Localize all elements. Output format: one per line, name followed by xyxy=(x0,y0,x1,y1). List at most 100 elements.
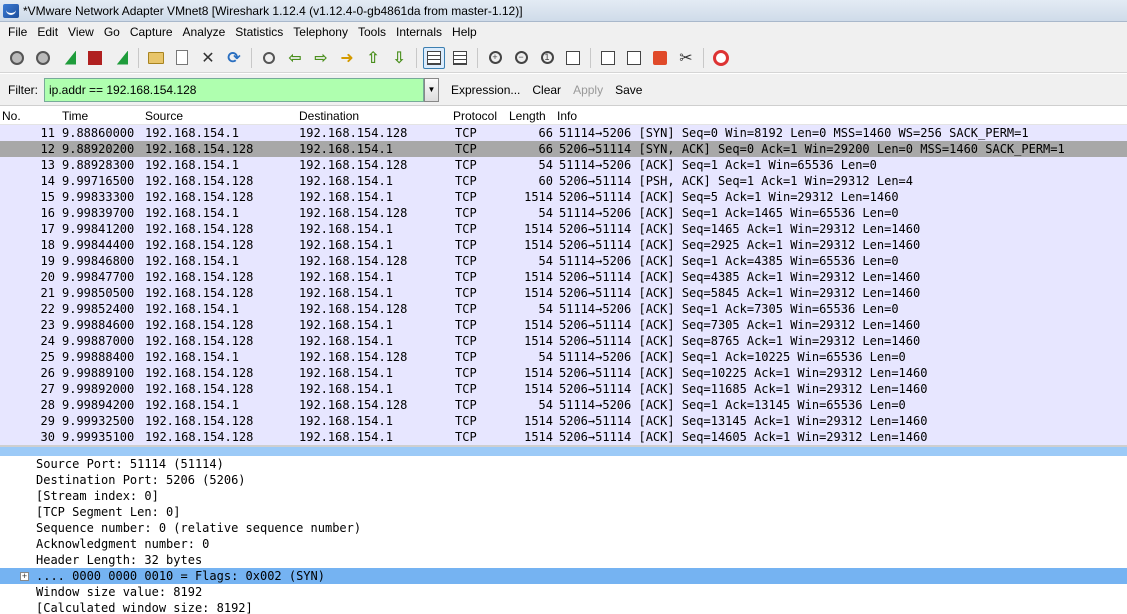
colorize-button[interactable] xyxy=(423,46,445,69)
expand-icon[interactable]: + xyxy=(20,572,29,581)
column-header-source[interactable]: Source xyxy=(145,109,183,123)
go-last-button[interactable]: ⇩ xyxy=(388,47,410,69)
packet-row[interactable]: 16 9.99839700 192.168.154.1 192.168.154.128… xyxy=(0,205,1127,221)
packet-row[interactable]: 15 9.99833300 192.168.154.128 192.168.154.1… xyxy=(0,189,1127,205)
cell-time: 9.99833300 xyxy=(62,190,135,204)
cell-time: 9.99716500 xyxy=(62,174,135,188)
zoom-out-button[interactable]: − xyxy=(510,47,532,69)
magnifier-icon xyxy=(263,51,275,64)
packet-row[interactable]: 23 9.99884600 192.168.154.128 192.168.154.1… xyxy=(0,317,1127,333)
resize-columns-icon xyxy=(566,50,580,65)
interfaces-button[interactable] xyxy=(6,47,28,69)
menu-analyze[interactable]: Analyze xyxy=(179,22,232,43)
go-forward-button[interactable]: ⇨ xyxy=(310,47,332,69)
packet-row[interactable]: 21 9.99850500 192.168.154.128 192.168.154.1… xyxy=(0,285,1127,301)
cell-time: 9.99932500 xyxy=(62,414,135,428)
menu-view[interactable]: View xyxy=(64,22,100,43)
packet-row[interactable]: 27 9.99892000 192.168.154.128 192.168.154.1… xyxy=(0,381,1127,397)
detail-row[interactable]: [Stream index: 0] xyxy=(0,488,1127,504)
open-file-button[interactable] xyxy=(145,47,167,69)
stop-capture-button[interactable] xyxy=(84,47,106,69)
go-first-button[interactable]: ⇧ xyxy=(362,47,384,69)
cell-protocol: TCP xyxy=(455,366,477,380)
save-file-button[interactable] xyxy=(171,47,193,69)
tools-icon: ✂ xyxy=(679,49,693,67)
filter-dropdown-button[interactable]: ▼ xyxy=(424,77,439,102)
column-header-info[interactable]: Info xyxy=(557,109,577,123)
packet-row[interactable]: 29 9.99932500 192.168.154.128 192.168.154.1… xyxy=(0,413,1127,429)
packet-row[interactable]: 28 9.99894200 192.168.154.1 192.168.154.128… xyxy=(0,397,1127,413)
menu-edit[interactable]: Edit xyxy=(33,22,64,43)
detail-row[interactable]: Window size value: 8192 xyxy=(0,584,1127,600)
detail-row[interactable]: Acknowledgment number: 0 xyxy=(0,536,1127,552)
detail-row-tcp-header[interactable] xyxy=(0,447,1127,456)
packet-row[interactable]: 17 9.99841200 192.168.154.128 192.168.154.1… xyxy=(0,221,1127,237)
clear-filter-button[interactable]: Clear xyxy=(526,83,567,97)
packet-row[interactable]: 19 9.99846800 192.168.154.1 192.168.154.128… xyxy=(0,253,1127,269)
help-button[interactable] xyxy=(710,47,732,69)
packet-row[interactable]: 20 9.99847700 192.168.154.128 192.168.154.1… xyxy=(0,269,1127,285)
cell-no: 14 xyxy=(40,174,55,188)
menu-go[interactable]: Go xyxy=(100,22,126,43)
menu-statistics[interactable]: Statistics xyxy=(231,22,289,43)
packet-row[interactable]: 30 9.99935100 192.168.154.128 192.168.154.1… xyxy=(0,429,1127,445)
start-capture-button[interactable] xyxy=(58,47,80,69)
cell-protocol: TCP xyxy=(455,254,477,268)
packet-list[interactable]: No. Time Source Destination Protocol Len… xyxy=(0,107,1127,446)
save-filter-button[interactable]: Save xyxy=(609,83,648,97)
packet-row[interactable]: 11 9.88860000 192.168.154.1 192.168.154.128… xyxy=(0,125,1127,141)
cell-destination: 192.168.154.1 xyxy=(299,382,393,396)
column-header-protocol[interactable]: Protocol xyxy=(453,109,497,123)
detail-row-flags[interactable]: + .... 0000 0000 0010 = Flags: 0x002 (SY… xyxy=(0,568,1127,584)
menu-file[interactable]: File xyxy=(4,22,33,43)
packet-row[interactable]: 14 9.99716500 192.168.154.128 192.168.154.1… xyxy=(0,173,1127,189)
packet-detail-pane[interactable]: Source Port: 51114 (51114) Destination P… xyxy=(0,447,1127,614)
detail-row[interactable]: [Calculated window size: 8192] xyxy=(0,600,1127,614)
packet-list-header: No. Time Source Destination Protocol Len… xyxy=(0,107,1127,125)
cell-destination: 192.168.154.128 xyxy=(299,206,408,220)
packet-row[interactable]: 13 9.88928300 192.168.154.1 192.168.154.128… xyxy=(0,157,1127,173)
menu-capture[interactable]: Capture xyxy=(126,22,179,43)
column-header-time[interactable]: Time xyxy=(62,109,88,123)
cell-protocol: TCP xyxy=(455,126,477,140)
detail-row[interactable]: Sequence number: 0 (relative sequence nu… xyxy=(0,520,1127,536)
reload-button[interactable]: ⟳ xyxy=(223,47,245,69)
cell-length: 54 xyxy=(538,398,553,412)
capture-options-button[interactable] xyxy=(32,47,54,69)
cell-time: 9.99892000 xyxy=(62,382,135,396)
expression-button[interactable]: Expression... xyxy=(445,83,526,97)
packet-row[interactable]: 18 9.99844400 192.168.154.128 192.168.154.1… xyxy=(0,237,1127,253)
packet-row[interactable]: 24 9.99887000 192.168.154.128 192.168.154.1… xyxy=(0,333,1127,349)
detail-row[interactable]: Destination Port: 5206 (5206) xyxy=(0,472,1127,488)
capture-filters-button[interactable] xyxy=(597,47,619,69)
close-file-button[interactable]: ✕ xyxy=(197,47,219,69)
restart-capture-button[interactable] xyxy=(110,47,132,69)
packet-row[interactable]: 12 9.88920200 192.168.154.128 192.168.154.1… xyxy=(0,141,1127,157)
menu-telephony[interactable]: Telephony xyxy=(289,22,354,43)
apply-filter-button[interactable]: Apply xyxy=(567,83,609,97)
normal-size-button[interactable]: 1 xyxy=(536,47,558,69)
zoom-in-button[interactable]: + xyxy=(484,47,506,69)
auto-scroll-button[interactable] xyxy=(449,47,471,69)
detail-row[interactable]: Source Port: 51114 (51114) xyxy=(0,456,1127,472)
packet-row[interactable]: 26 9.99889100 192.168.154.128 192.168.154.1… xyxy=(0,365,1127,381)
column-header-no[interactable]: No. xyxy=(2,109,21,123)
resize-columns-button[interactable] xyxy=(562,47,584,69)
column-header-length[interactable]: Length xyxy=(509,109,546,123)
preferences-button[interactable]: ✂ xyxy=(675,47,697,69)
menu-help[interactable]: Help xyxy=(448,22,483,43)
menu-internals[interactable]: Internals xyxy=(392,22,448,43)
display-filter-input[interactable]: ip.addr == 192.168.154.128 xyxy=(44,77,424,102)
detail-row[interactable]: Header Length: 32 bytes xyxy=(0,552,1127,568)
menu-tools[interactable]: Tools xyxy=(354,22,392,43)
display-filters-button[interactable] xyxy=(623,47,645,69)
packet-row[interactable]: 25 9.99888400 192.168.154.1 192.168.154.128… xyxy=(0,349,1127,365)
find-packet-button[interactable] xyxy=(258,47,280,69)
go-to-packet-button[interactable]: ➜ xyxy=(336,47,358,69)
coloring-rules-button[interactable] xyxy=(649,47,671,69)
cell-no: 11 xyxy=(40,126,55,140)
detail-row[interactable]: [TCP Segment Len: 0] xyxy=(0,504,1127,520)
column-header-destination[interactable]: Destination xyxy=(299,109,359,123)
packet-row[interactable]: 22 9.99852400 192.168.154.1 192.168.154.128… xyxy=(0,301,1127,317)
go-back-button[interactable]: ⇦ xyxy=(284,47,306,69)
